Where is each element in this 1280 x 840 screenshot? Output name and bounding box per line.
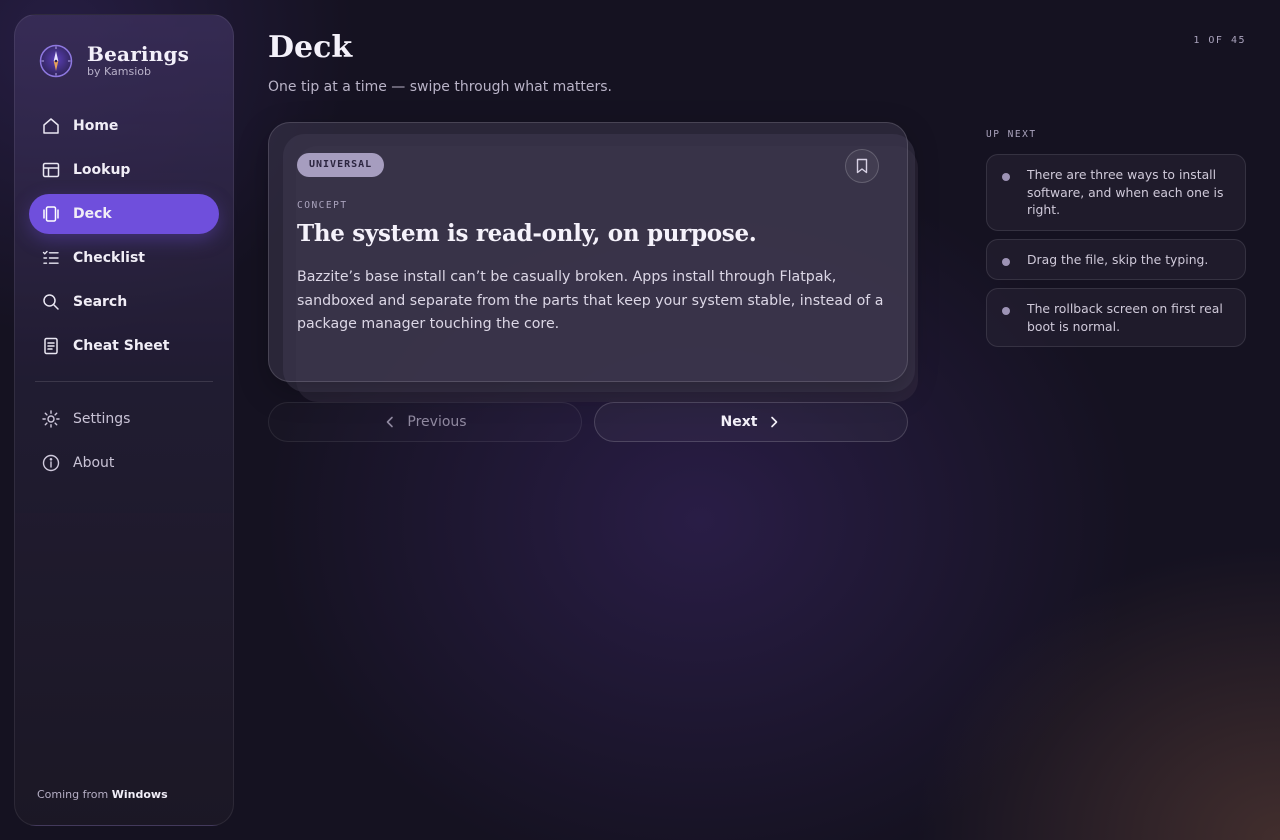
table-icon bbox=[42, 162, 60, 178]
search-icon bbox=[43, 294, 59, 310]
sidebar: Bearings by Kamsiob Home Lookup Deck Che… bbox=[14, 14, 234, 826]
bullet-dot bbox=[1002, 307, 1010, 315]
gear-icon bbox=[42, 410, 60, 428]
card-kind: CONCEPT bbox=[297, 200, 348, 211]
cards-icon bbox=[43, 206, 59, 222]
sidebar-item-label: Lookup bbox=[73, 162, 131, 178]
platform-prefix: Coming from bbox=[37, 788, 109, 801]
home-icon bbox=[43, 118, 59, 134]
up-next-item[interactable]: There are three ways to install software… bbox=[986, 154, 1246, 231]
up-next-item-text: Drag the file, skip the typing. bbox=[1027, 251, 1209, 267]
up-next-list: There are three ways to install software… bbox=[986, 154, 1246, 355]
platform-name: Windows bbox=[111, 788, 168, 801]
sidebar-item-label: Settings bbox=[73, 411, 131, 427]
page-title: Deck bbox=[268, 30, 353, 65]
chevron-right-icon bbox=[771, 416, 778, 428]
previous-button[interactable]: Previous bbox=[268, 402, 582, 442]
platform-indicator[interactable]: Coming from Windows bbox=[37, 788, 168, 801]
brand[interactable]: Bearings by Kamsiob bbox=[39, 43, 189, 79]
chevron-left-icon bbox=[387, 416, 394, 428]
sidebar-item-search[interactable]: Search bbox=[29, 282, 219, 322]
card-tag: UNIVERSAL bbox=[297, 153, 385, 177]
card-counter: 1 OF 45 bbox=[1193, 35, 1246, 46]
sidebar-item-label: Home bbox=[73, 118, 119, 134]
bullet-dot bbox=[1002, 257, 1010, 266]
sidebar-item-label: Checklist bbox=[73, 250, 145, 266]
sidebar-item-checklist[interactable]: Checklist bbox=[29, 238, 219, 278]
up-next-item-text: There are three ways to install software… bbox=[1027, 167, 1224, 217]
sidebar-item-label: Search bbox=[73, 294, 128, 310]
compass-icon bbox=[39, 44, 73, 78]
up-next-item[interactable]: The rollback screen on first real boot i… bbox=[986, 288, 1246, 347]
page-subtitle: One tip at a time — swipe through what m… bbox=[268, 79, 612, 95]
card-title: The system is read-only, on purpose. bbox=[297, 220, 757, 247]
sidebar-item-about[interactable]: About bbox=[29, 443, 219, 483]
bookmark-button[interactable] bbox=[845, 149, 879, 183]
sidebar-item-cheat-sheet[interactable]: Cheat Sheet bbox=[29, 326, 219, 366]
checklist-icon bbox=[42, 250, 59, 264]
card-body: Bazzite’s base install can’t be casually… bbox=[297, 269, 884, 332]
app-name: Bearings bbox=[87, 42, 190, 66]
sidebar-item-label: Cheat Sheet bbox=[73, 338, 170, 354]
secondary-nav: Settings About bbox=[29, 399, 219, 487]
tip-card[interactable]: UNIVERSAL CONCEPT The system is read-onl… bbox=[268, 122, 908, 382]
up-next-item[interactable]: Drag the file, skip the typing. bbox=[986, 238, 1246, 280]
sidebar-item-lookup[interactable]: Lookup bbox=[29, 150, 219, 190]
next-label: Next bbox=[720, 414, 758, 430]
main-nav: Home Lookup Deck Checklist Search Cheat … bbox=[29, 106, 219, 370]
sidebar-item-label: About bbox=[73, 455, 115, 471]
app-byline: by Kamsiob bbox=[87, 65, 151, 78]
up-next-item-text: The rollback screen on first real boot i… bbox=[1027, 301, 1223, 334]
info-icon bbox=[42, 454, 60, 472]
next-button[interactable]: Next bbox=[594, 402, 908, 442]
sidebar-item-settings[interactable]: Settings bbox=[29, 399, 219, 439]
document-icon bbox=[44, 337, 58, 355]
sidebar-item-home[interactable]: Home bbox=[29, 106, 219, 146]
sidebar-divider bbox=[35, 381, 213, 382]
bullet-dot bbox=[1002, 173, 1010, 181]
bookmark-icon bbox=[856, 158, 868, 174]
sidebar-item-label: Deck bbox=[73, 206, 112, 222]
sidebar-item-deck[interactable]: Deck bbox=[29, 194, 219, 234]
up-next-heading: UP NEXT bbox=[986, 129, 1037, 140]
previous-label: Previous bbox=[407, 414, 467, 430]
